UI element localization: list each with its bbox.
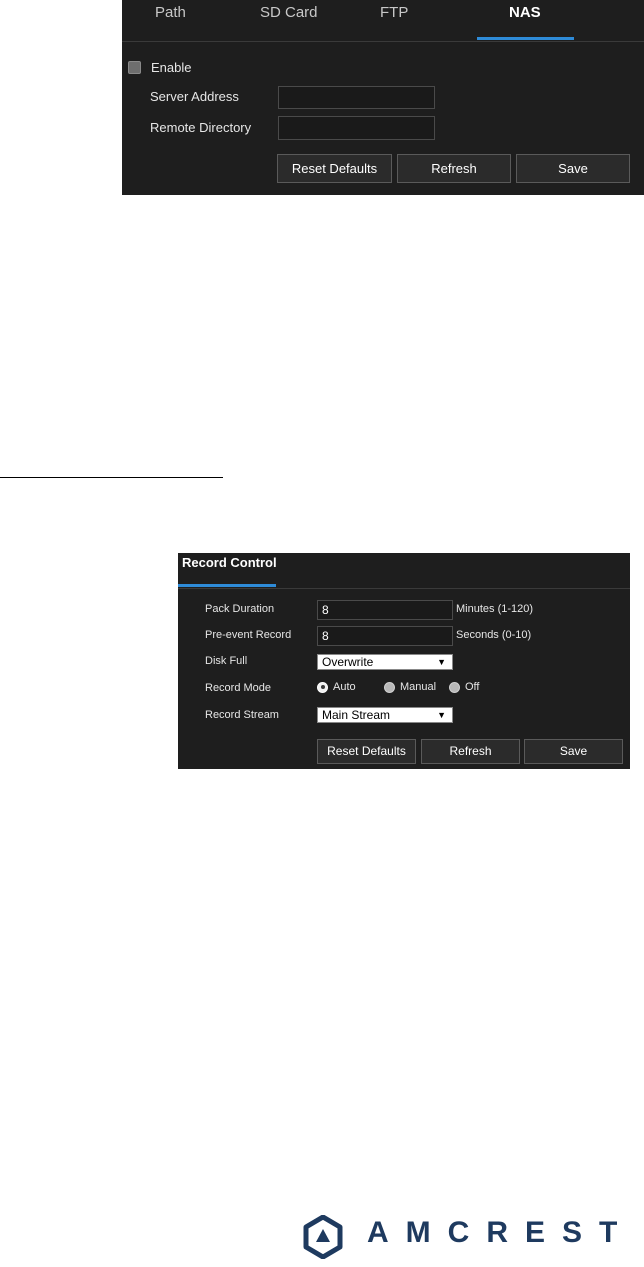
pre-event-record-hint: Seconds (0-10) [456,629,532,641]
amcrest-logo-icon [303,1215,343,1259]
tab-path[interactable]: Path [155,4,186,21]
amcrest-logo: AMCREST [303,1215,638,1259]
disk-full-label: Disk Full [205,655,248,667]
record-mode-off-label: Off [465,681,480,693]
record-mode-off-radio[interactable]: Off [449,681,479,693]
remote-directory-label: Remote Directory [150,120,252,135]
remote-directory-input[interactable] [278,116,435,140]
record-control-title-indicator [178,584,276,587]
server-address-input[interactable] [278,86,435,109]
record-control-panel: Record Control Pack Duration Minutes (1-… [178,553,630,769]
enable-checkbox[interactable] [128,60,141,74]
pack-duration-hint: Minutes (1-120) [456,603,534,615]
record-control-header: Record Control [178,553,630,589]
record-mode-label: Record Mode [205,682,272,694]
section-divider [0,477,223,478]
pre-event-record-label: Pre-event Record [205,629,292,641]
amcrest-logo-text: AMCREST [367,1216,635,1249]
enable-label: Enable [151,59,192,75]
radio-checked-icon [317,681,328,693]
record-mode-auto-label: Auto [333,681,356,693]
nas-refresh-button[interactable]: Refresh [397,154,511,183]
radio-unchecked-icon [384,681,395,693]
record-stream-select[interactable]: Main Stream ▼ [317,707,453,723]
disk-full-value: Overwrite [322,655,374,669]
record-reset-defaults-button[interactable]: Reset Defaults [317,739,416,764]
enable-row: Enable [128,59,191,75]
pre-event-record-input[interactable] [317,626,453,646]
record-control-title: Record Control [182,555,277,570]
chevron-down-icon: ▼ [437,710,446,720]
tab-sd-card[interactable]: SD Card [260,4,318,21]
record-refresh-button[interactable]: Refresh [421,739,520,764]
nas-save-button[interactable]: Save [516,154,630,183]
pack-duration-label: Pack Duration [205,603,275,615]
record-stream-value: Main Stream [322,708,391,722]
storage-tab-bar: Path SD Card FTP NAS [122,0,644,42]
pack-duration-input[interactable] [317,600,453,620]
record-mode-manual-label: Manual [400,681,437,693]
tab-ftp[interactable]: FTP [380,4,408,21]
record-mode-manual-radio[interactable]: Manual [384,681,436,693]
record-stream-label: Record Stream [205,709,279,721]
record-mode-auto-radio[interactable]: Auto [317,681,356,693]
chevron-down-icon: ▼ [437,657,446,667]
server-address-label: Server Address [150,89,239,104]
record-save-button[interactable]: Save [524,739,623,764]
nas-settings-panel: Path SD Card FTP NAS Enable Server Addre… [122,0,644,195]
active-tab-indicator [477,37,574,40]
disk-full-select[interactable]: Overwrite ▼ [317,654,453,670]
tab-nas[interactable]: NAS [509,4,541,21]
nas-reset-defaults-button[interactable]: Reset Defaults [277,154,392,183]
radio-unchecked-icon [449,681,460,693]
